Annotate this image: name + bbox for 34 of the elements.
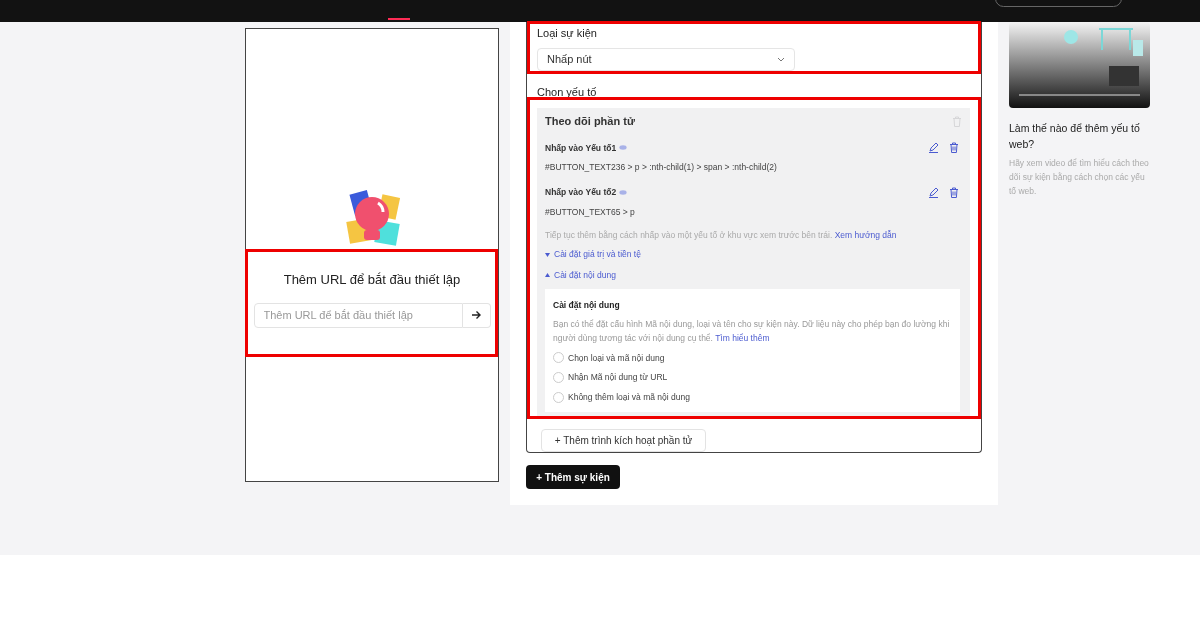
preview-heading: Thêm URL để bắt đầu thiết lập (283, 271, 461, 289)
section-toggle[interactable]: Cài đặt nội dung (545, 269, 962, 282)
help-description: Hãy xem video để tìm hiểu cách theo dõi sự kiện bằng cách chọn các yếu tố web. (1009, 157, 1150, 198)
hint-text: Tiếp tục thêm bằng cách nhấp vào một yếu tố ở khu vực xem trước bên trái. Xem hướng dẫn (545, 228, 898, 242)
option-label: Không thêm loại và mã nội dung (568, 391, 690, 404)
edit-pencil-icon[interactable] (928, 142, 939, 154)
guide-link[interactable]: Xem hướng dẫn (834, 229, 897, 240)
selector-text: #BUTTON_TEXT236 > p > :nth-child(1) > span > :nth-child(2) (545, 161, 778, 174)
card-title: Cài đặt nội dung (553, 298, 621, 312)
option-label: Nhận Mã nội dung từ URL (568, 371, 668, 384)
add-trigger-button[interactable]: + Thêm trình kích hoạt phần tử (541, 429, 706, 452)
edit-pencil-icon[interactable] (928, 186, 939, 198)
learn-more-link[interactable]: Tìm hiểu thêm (715, 332, 770, 343)
field-label: Loại sự kiện (537, 26, 598, 41)
description-text: Bạn có thể đặt cấu hình Mã nội dung, loại và tên cho sự kiện này. Dữ liệu này cho phép bạn đo lường khi người dùng tương tác với nội dung cụ thể. Tìm hiểu thêm (553, 317, 951, 345)
element-title: Nhấp vào Yếu tố1 (545, 141, 617, 155)
submit-arrow-button[interactable] (462, 302, 491, 328)
option-label: Chọn loại và mã nội dung (568, 351, 665, 365)
chevron-down-icon (777, 56, 785, 62)
section-toggle[interactable]: Cài đặt giá trị và tiền tệ (545, 248, 962, 261)
panel-title: Theo dõi phần tử (545, 114, 635, 129)
element-title: Nhấp vào Yếu tố2 (545, 186, 617, 199)
arrow-right-icon (471, 310, 481, 320)
active-tab-indicator (388, 18, 410, 20)
event-type-dropdown[interactable]: Nhấp nút (537, 47, 795, 71)
help-title: Làm thế nào để thêm yếu tố web? (1009, 121, 1141, 152)
field-label: Chọn yếu tố (537, 84, 598, 100)
url-field[interactable]: Thêm URL để bắt đầu thiết lập (253, 302, 463, 328)
caret-up-icon (545, 273, 550, 278)
trash-icon[interactable] (949, 142, 959, 154)
trash-icon[interactable] (949, 186, 959, 198)
caret-down-icon (545, 252, 550, 257)
add-event-button[interactable]: + Thêm sự kiện (526, 465, 620, 489)
selector-text: #BUTTON_TEXT65 > p (545, 205, 636, 219)
